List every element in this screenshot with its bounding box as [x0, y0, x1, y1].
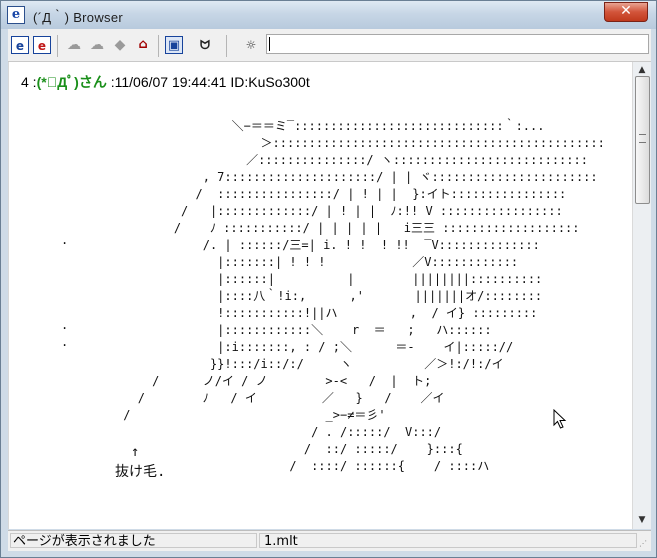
post-author-name: (*ﾟДﾟ)さん — [36, 74, 107, 90]
post-date-id: :11/06/07 19:44:41 ID:KuSo300t — [106, 74, 310, 90]
forward-icon[interactable]: ☁ — [88, 36, 106, 54]
post-number: 4 — [21, 74, 29, 90]
vertical-scrollbar[interactable]: ▲ ▼ — [632, 62, 651, 529]
toolbar-separator — [158, 35, 159, 57]
app-icon: e — [7, 6, 25, 24]
close-button[interactable]: ✕ — [604, 2, 648, 22]
ascii-art: ＼−＝＝ミ‾:::::::::::::::::::::::::::::｀:...… — [123, 119, 605, 473]
settings-cat-icon[interactable]: ☼ — [242, 36, 260, 54]
text-caret — [269, 37, 270, 51]
window-icon[interactable]: ▣ — [165, 36, 183, 54]
status-bar: ページが表示されました 1.mlt ⋰ — [8, 530, 651, 551]
status-message: ページが表示されました — [10, 533, 257, 549]
scroll-thumb[interactable] — [635, 76, 650, 204]
mouse-cursor-icon — [553, 409, 567, 429]
toolbar: e e ☁ ☁ ◆ ⌂ ▣ ᗢ ☼ — [8, 29, 651, 62]
toolbar-separator — [226, 35, 227, 57]
page-content: 4 :(*ﾟДﾟ)さん :11/06/07 19:44:41 ID:KuSo30… — [8, 62, 633, 529]
back-icon[interactable]: ☁ — [65, 36, 83, 54]
arrow-up-icon: ↑ — [131, 444, 140, 460]
stop-icon[interactable]: ◆ — [111, 36, 129, 54]
browser-e-red-icon[interactable]: e — [33, 36, 51, 54]
address-input[interactable] — [266, 34, 649, 54]
home-icon[interactable]: ⌂ — [134, 36, 152, 54]
window-title: (´Д｀) Browser — [33, 10, 123, 25]
toolbar-separator — [57, 35, 58, 57]
cat-face-icon[interactable]: ᗢ — [196, 36, 214, 54]
ascii-art-label: 抜け毛. — [115, 464, 166, 480]
browser-window: e (´Д｀) Browser ✕ e e ☁ ☁ ◆ ⌂ ▣ ᗢ ☼ 4 :(… — [0, 0, 657, 558]
thumb-grip-icon — [639, 134, 646, 143]
browser-e-icon[interactable]: e — [11, 36, 29, 54]
ascii-art-margin-dots: . . . — [61, 233, 69, 349]
status-file: 1.mlt — [259, 533, 637, 549]
resize-grip-icon[interactable]: ⋰ — [639, 539, 649, 549]
post-separator: : — [28, 74, 37, 90]
title-bar[interactable]: e (´Д｀) Browser ✕ — [1, 1, 656, 29]
scroll-down-icon[interactable]: ▼ — [633, 512, 651, 529]
